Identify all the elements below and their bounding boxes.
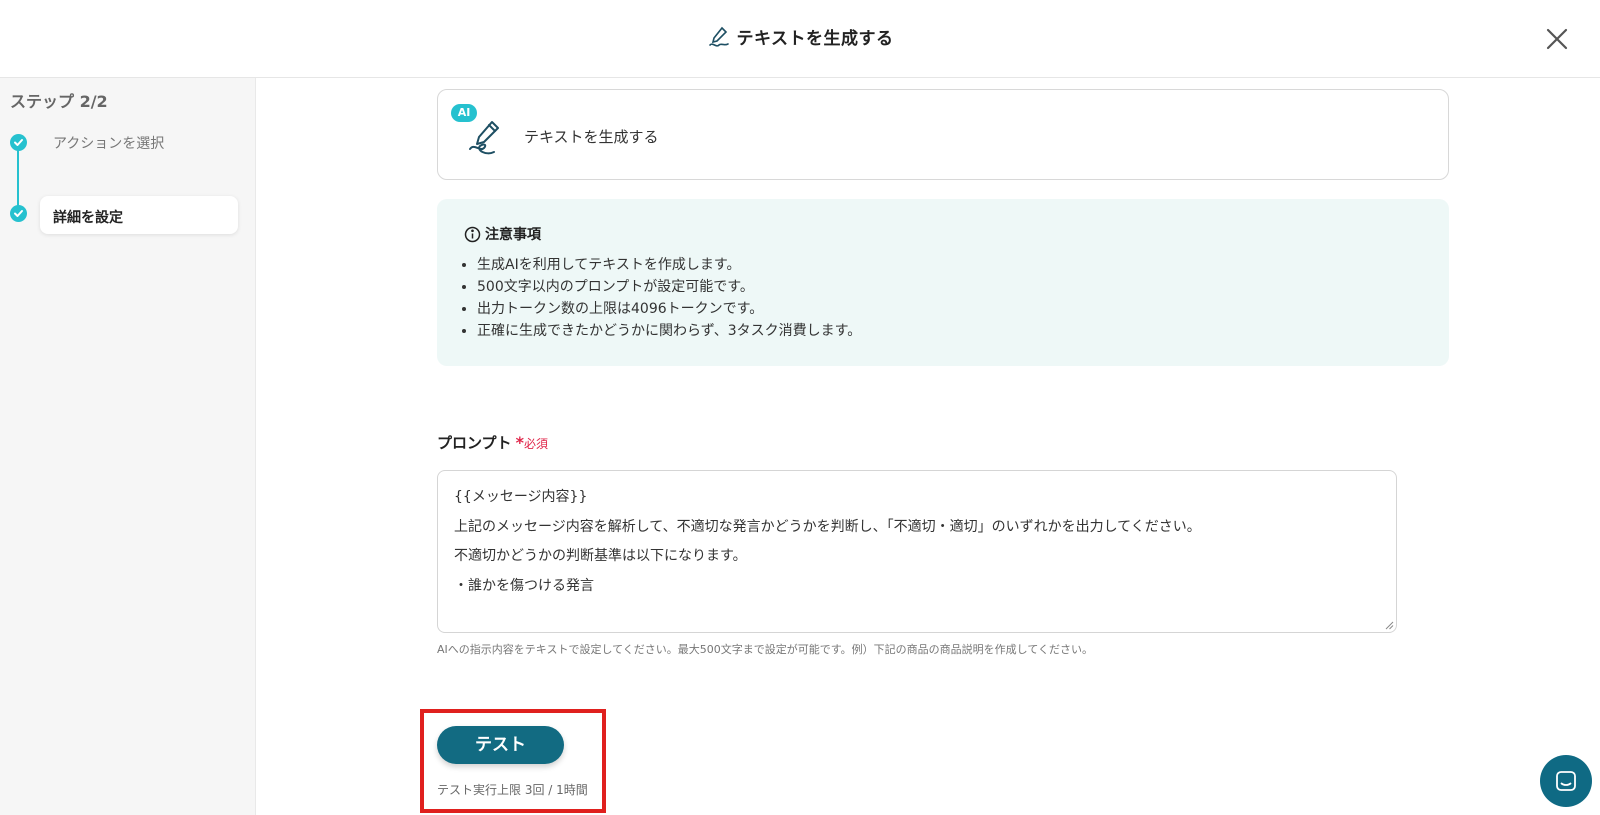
modal-title: テキストを生成する (0, 24, 1600, 49)
prompt-line: {{メッセージ内容}} (454, 489, 588, 505)
pen-icon (708, 26, 729, 47)
required-label: 必須 (523, 437, 548, 451)
prompt-line: 不適切かどうかの判断基準は以下になります。 (454, 548, 747, 564)
notice-title-text: 注意事項 (485, 227, 541, 243)
info-icon (464, 226, 481, 243)
prompt-line: 上記のメッセージ内容を解析して、不適切な発言かどうかを判断し、「不適切・適切」の… (454, 518, 1201, 535)
prompt-help-text: AIへの指示内容をテキストで設定してください。最大500文字まで設定が可能です。… (437, 643, 1094, 656)
test-limit-text: テスト実行上限 3回 / 1時間 (437, 783, 588, 797)
check-icon (10, 134, 27, 151)
test-button[interactable]: テスト (437, 726, 564, 764)
notice-item: 正確に生成できたかどうかに関わらず、3タスク消費します。 (477, 320, 861, 342)
notice-item: 出力トークン数の上限は4096トークンです。 (477, 298, 861, 320)
chat-icon (1556, 771, 1576, 791)
step-sidebar: ステップ 2/2 アクションを選択 詳細を設定 (0, 78, 256, 815)
step-item-select-action[interactable]: アクションを選択 (53, 133, 164, 153)
chat-support-button[interactable] (1540, 755, 1592, 807)
notice-box: 注意事項 生成AIを利用してテキストを作成します。 500文字以内のプロンプトが… (437, 199, 1449, 366)
prompt-label: プロンプト *必須 (437, 432, 548, 453)
ai-pen-icon (469, 121, 499, 155)
notice-title: 注意事項 (464, 224, 541, 244)
prompt-label-text: プロンプト (437, 434, 512, 452)
notice-item: 生成AIを利用してテキストを作成します。 (477, 254, 861, 276)
modal-title-text: テキストを生成する (736, 29, 894, 49)
ai-badge: AI (451, 104, 477, 122)
step-item-label: 詳細を設定 (53, 210, 123, 226)
notice-item: 500文字以内のプロンプトが設定可能です。 (477, 276, 861, 298)
modal-header: テキストを生成する (0, 0, 1600, 78)
close-icon[interactable] (1540, 22, 1574, 56)
step-counter: ステップ 2/2 (10, 92, 108, 111)
notice-list: 生成AIを利用してテキストを作成します。 500文字以内のプロンプトが設定可能で… (477, 254, 861, 342)
action-card: AI テキストを生成する (437, 89, 1449, 180)
check-icon (10, 205, 27, 222)
prompt-line: ・誰かを傷つける発言 (454, 577, 594, 594)
required-asterisk: * (515, 433, 524, 452)
resize-handle-icon[interactable] (1384, 620, 1394, 630)
prompt-textarea[interactable]: {{メッセージ内容}} 上記のメッセージ内容を解析して、不適切な発言かどうかを判… (437, 470, 1397, 633)
step-item-configure-details[interactable]: 詳細を設定 (40, 196, 238, 234)
main-content: AI テキストを生成する 注意事項 生成AIを利用してテキストを作成します。 5… (257, 78, 1600, 815)
action-card-label: テキストを生成する (524, 128, 659, 146)
